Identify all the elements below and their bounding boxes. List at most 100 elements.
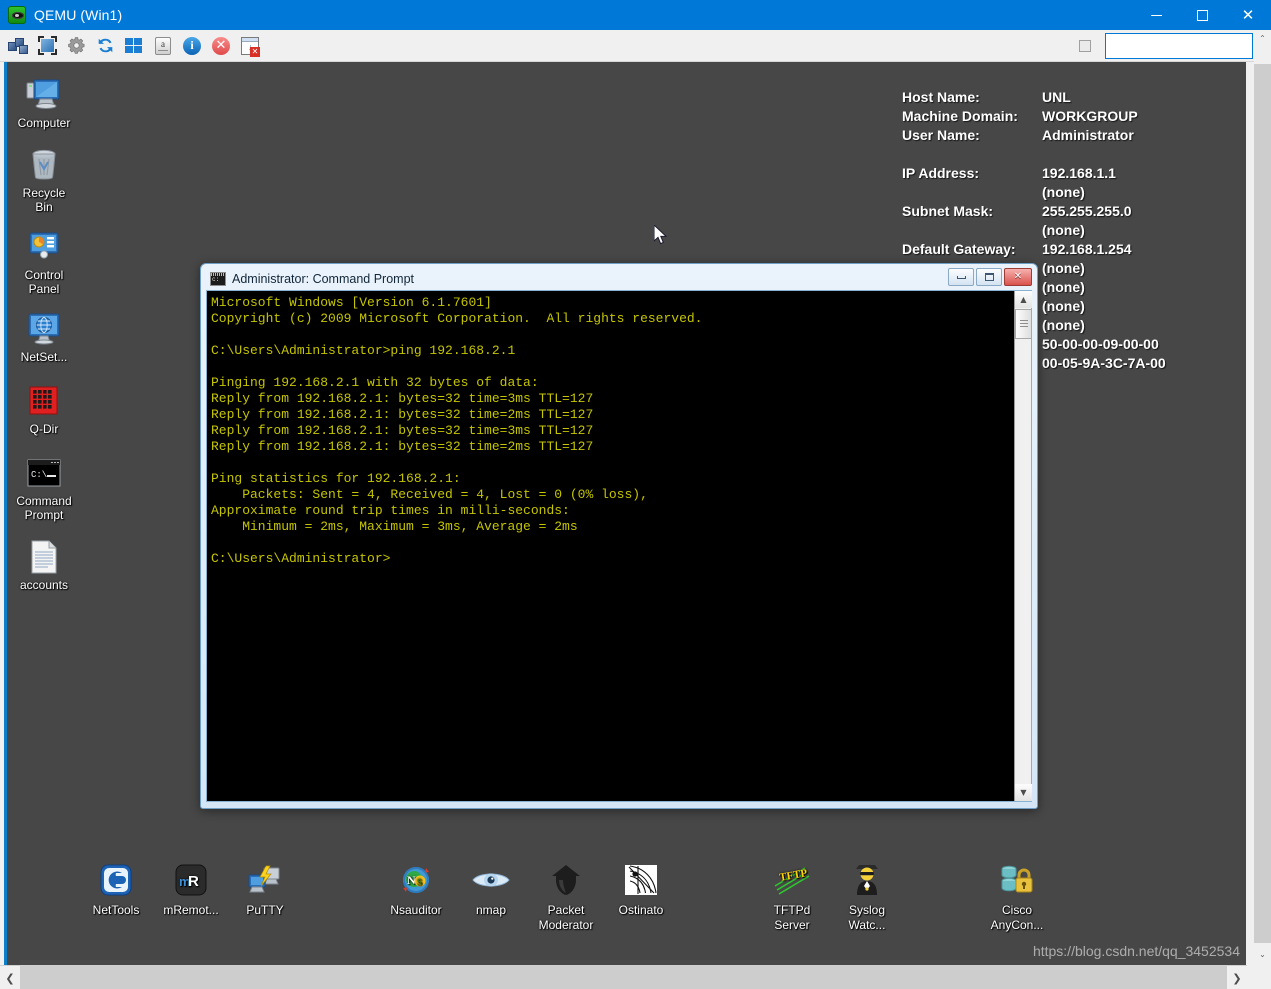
bginfo-value: (none) xyxy=(1042,222,1085,238)
network-settings-icon xyxy=(6,310,82,348)
cmd-maximize-button[interactable] xyxy=(976,268,1002,286)
shortcut-label: PuTTY xyxy=(246,903,284,917)
svg-text:S: S xyxy=(417,877,422,887)
scroll-left-arrow[interactable]: ❮ xyxy=(0,966,20,989)
refresh-icon xyxy=(98,38,112,53)
info-icon: i xyxy=(183,36,201,55)
console-icon xyxy=(210,271,226,286)
close-window-icon: ↓✕ xyxy=(241,36,260,57)
cmd-close-button[interactable]: ✕ xyxy=(1004,268,1032,286)
horizontal-scrollbar[interactable]: ❮ ❯ xyxy=(0,965,1271,989)
scroll-down-arrow[interactable]: ⌄ xyxy=(1254,943,1271,965)
computer-icon xyxy=(6,76,82,114)
keyboard-icon: a xyxy=(155,36,171,55)
desktop-icon-computer[interactable]: Computer xyxy=(6,76,82,130)
desktop-icon-column: Computer Recycle Bin Control Panel NetSe… xyxy=(6,62,82,592)
cmd-titlebar[interactable]: Administrator: Command Prompt ✕ xyxy=(204,267,1034,290)
bginfo-value: Administrator xyxy=(1042,127,1134,143)
bginfo-value: (none) xyxy=(1042,317,1085,333)
qemu-toolbar: a i ✕ ↓✕ xyxy=(0,30,1271,62)
scrollbar-thumb[interactable] xyxy=(1015,309,1032,339)
grab-input-button[interactable] xyxy=(5,33,31,59)
cmd-minimize-button[interactable] xyxy=(948,268,974,286)
send-windows-key-button[interactable] xyxy=(121,33,147,59)
bginfo-value: (none) xyxy=(1042,298,1085,314)
cmd-window-title: Administrator: Command Prompt xyxy=(232,271,415,286)
scroll-right-arrow[interactable]: ❯ xyxy=(1227,966,1247,989)
scroll-down-arrow[interactable]: ▼ xyxy=(1015,784,1032,801)
desktop-icon-label: Computer xyxy=(17,116,71,130)
command-prompt-window: Administrator: Command Prompt ✕ Microsof… xyxy=(200,263,1038,809)
settings-button[interactable] xyxy=(63,33,89,59)
shortcut-label: Syslog Watc... xyxy=(848,903,886,932)
toolbar-checkbox[interactable] xyxy=(1079,39,1091,52)
power-off-icon: ✕ xyxy=(212,36,230,55)
scrollbar-corner xyxy=(1247,965,1271,989)
desktop-icon-label: Recycle Bin xyxy=(22,186,66,214)
window-titlebar: QEMU (Win1) ✕ xyxy=(0,0,1271,30)
command-prompt-icon: C:\ xyxy=(6,454,82,492)
grab-input-icon xyxy=(8,37,28,55)
gear-icon xyxy=(67,37,84,54)
ostinato-icon xyxy=(595,860,687,900)
qemu-icon xyxy=(8,6,26,24)
bginfo-value: 50-00-00-09-00-00 xyxy=(1042,336,1159,352)
watermark-text: https://blog.csdn.net/qq_3452534 xyxy=(1032,943,1240,959)
desktop-icon-qdir[interactable]: Q-Dir xyxy=(6,382,82,436)
desktop-icon-accounts[interactable]: accounts xyxy=(6,538,82,592)
maximize-button[interactable] xyxy=(1179,0,1225,30)
close-icon: ✕ xyxy=(1013,271,1023,282)
putty-icon xyxy=(219,860,311,900)
desktop-icon-command-prompt[interactable]: C:\ Command Prompt xyxy=(6,454,82,522)
desktop-icon-label: accounts xyxy=(19,578,69,592)
close-button[interactable]: ✕ xyxy=(1225,0,1271,30)
console-scrollbar[interactable]: ▲ ▼ xyxy=(1014,291,1032,801)
shortcut-ostinato[interactable]: Ostinato xyxy=(595,860,687,918)
minimize-button[interactable] xyxy=(1133,0,1179,30)
bginfo-value: (none) xyxy=(1042,184,1085,200)
cmd-body: Microsoft Windows [Version 6.1.7601] Cop… xyxy=(206,290,1032,802)
shortcut-putty[interactable]: PuTTY xyxy=(219,860,311,918)
cisco-anyconnect-icon xyxy=(971,860,1063,900)
mouse-cursor xyxy=(653,223,668,246)
maximize-icon xyxy=(984,273,994,281)
windows-key-icon xyxy=(125,37,143,54)
bginfo-value: 192.168.1.254 xyxy=(1042,241,1132,257)
bginfo-label: Machine Domain: xyxy=(902,108,1018,124)
fullscreen-button[interactable] xyxy=(34,33,60,59)
desktop-icon-label: Command Prompt xyxy=(16,494,72,522)
send-keys-button[interactable]: a xyxy=(150,33,176,59)
fullscreen-icon xyxy=(37,36,57,55)
bginfo-label: Default Gateway: xyxy=(902,241,1016,257)
maximize-icon xyxy=(1196,9,1208,21)
reset-button[interactable] xyxy=(92,33,118,59)
shortcut-label: Ostinato xyxy=(618,903,664,917)
toolbar-search-input[interactable] xyxy=(1105,32,1253,59)
close-icon: ✕ xyxy=(1241,5,1255,24)
bginfo-label: Subnet Mask: xyxy=(902,203,994,219)
text-document-icon xyxy=(6,538,82,576)
desktop-icon-label: NetSet... xyxy=(20,350,68,364)
scroll-up-arrow[interactable]: ▲ xyxy=(1015,291,1032,308)
minimize-icon xyxy=(1150,14,1162,16)
vertical-scrollbar[interactable]: ⌃ xyxy=(1254,30,1271,965)
shortcut-syslog-watcher[interactable]: Syslog Watc... xyxy=(821,860,913,933)
info-button[interactable]: i xyxy=(179,33,205,59)
bginfo-value: (none) xyxy=(1042,279,1085,295)
bginfo-value: UNL xyxy=(1042,89,1071,105)
desktop-icon-control-panel[interactable]: Control Panel xyxy=(6,228,82,296)
bginfo-value: WORKGROUP xyxy=(1042,108,1138,124)
bginfo-label: IP Address: xyxy=(902,165,980,181)
vertical-scrollbar-thumb[interactable] xyxy=(1254,47,1271,64)
scroll-up-arrow[interactable]: ⌃ xyxy=(1254,30,1271,47)
shortcut-cisco-anyconnect[interactable]: Cisco AnyCon... xyxy=(971,860,1063,933)
bginfo-spacer xyxy=(902,221,1042,240)
qemu-window: QEMU (Win1) ✕ a i ✕ ✕ Computer Recycle B… xyxy=(0,0,1271,989)
console-output[interactable]: Microsoft Windows [Version 6.1.7601] Cop… xyxy=(207,291,1014,801)
bginfo-label: User Name: xyxy=(902,127,980,143)
desktop-icon-recycle-bin[interactable]: Recycle Bin xyxy=(6,146,82,214)
bginfo-spacer xyxy=(1042,145,1212,164)
power-off-button[interactable]: ✕ xyxy=(208,33,234,59)
desktop-icon-netset[interactable]: NetSet... xyxy=(6,310,82,364)
close-vm-button[interactable]: ↓✕ xyxy=(237,33,263,59)
